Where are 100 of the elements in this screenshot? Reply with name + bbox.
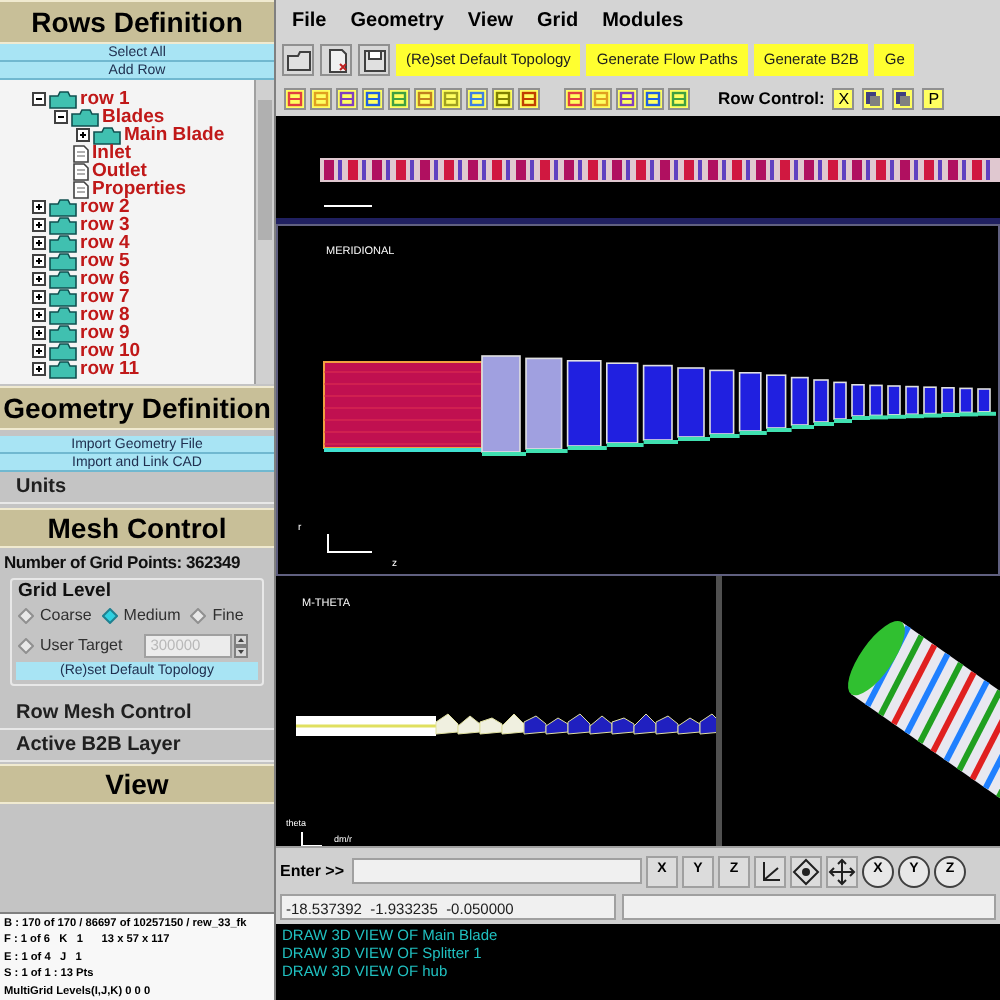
scrollbar[interactable] — [254, 80, 274, 384]
section-header[interactable]: View — [0, 764, 274, 804]
menu-item[interactable]: Modules — [602, 5, 684, 35]
folder-icon — [48, 215, 78, 235]
toolbar-button[interactable] — [362, 87, 384, 109]
save-icon — [361, 47, 387, 73]
file-icon — [70, 179, 90, 199]
expand-icon[interactable] — [32, 200, 46, 214]
expand-icon[interactable] — [32, 272, 46, 286]
toolbar-button[interactable] — [518, 87, 540, 109]
collapsed-section[interactable]: Units — [0, 472, 274, 504]
grid-tool-icon — [364, 89, 382, 107]
radio-icon[interactable] — [190, 607, 207, 623]
folder-icon — [48, 251, 78, 271]
radio-option[interactable]: Medium — [101, 602, 181, 628]
grid-tool-icon — [468, 89, 486, 107]
toolbar-button[interactable] — [358, 44, 390, 76]
grid-tool-icon — [338, 89, 356, 107]
tree-item[interactable]: Blades — [102, 108, 165, 126]
grid-tool-icon — [390, 89, 408, 107]
view-tool-button[interactable] — [826, 855, 859, 887]
row-control-button[interactable] — [862, 87, 885, 109]
menu-item[interactable]: Geometry — [350, 5, 444, 35]
section-header[interactable]: Mesh Control — [0, 508, 274, 548]
tree-item[interactable]: row 3 — [80, 216, 130, 234]
tree-item[interactable]: row 1 — [80, 90, 130, 108]
command-input[interactable] — [352, 858, 643, 884]
tree-item[interactable]: Outlet — [92, 162, 147, 180]
diamond-icon — [792, 857, 821, 885]
grid-tool-icon — [644, 89, 662, 107]
expand-icon[interactable] — [32, 326, 46, 340]
collapsed-section[interactable]: Active B2B Layer — [0, 730, 274, 762]
folder-icon — [285, 47, 311, 73]
folder-icon — [48, 341, 78, 361]
prompt-label: Enter >> — [280, 859, 345, 883]
grid-tool-icon — [592, 89, 610, 107]
folder-icon — [48, 233, 78, 253]
tree-item[interactable]: row 11 — [80, 360, 140, 378]
document-icon — [323, 47, 349, 73]
expand-icon[interactable] — [32, 362, 46, 376]
folder-icon — [48, 287, 78, 307]
folder-icon — [70, 107, 100, 127]
section-header[interactable]: Geometry Definition — [0, 386, 274, 430]
collapse-icon[interactable] — [32, 92, 46, 106]
toolbar-button[interactable] — [320, 44, 352, 76]
tree-item[interactable]: Main Blade — [124, 126, 225, 144]
tree-item[interactable]: row 9 — [80, 324, 130, 342]
grid-tool-icon — [494, 89, 512, 107]
collapse-icon[interactable] — [54, 110, 68, 124]
expand-icon[interactable] — [76, 128, 90, 142]
folder-icon — [48, 305, 78, 325]
expand-icon[interactable] — [32, 290, 46, 304]
folder-icon — [48, 197, 78, 217]
menu-item[interactable]: File — [292, 5, 327, 35]
grid-tool-icon — [442, 89, 460, 107]
folder-icon — [48, 269, 78, 289]
grid-tool-icon — [416, 89, 434, 107]
toolbar-button[interactable] — [336, 87, 358, 109]
file-icon — [70, 161, 90, 181]
toolbar-button[interactable] — [616, 87, 638, 109]
toolbar-button[interactable] — [642, 87, 664, 109]
radio-option[interactable]: Coarse — [18, 602, 92, 628]
menu-item[interactable]: Grid — [537, 5, 579, 35]
expand-icon[interactable] — [32, 218, 46, 232]
collapsed-section[interactable]: Row Mesh Control — [0, 698, 274, 730]
grid-tool-icon — [520, 89, 538, 107]
expand-icon[interactable] — [32, 344, 46, 358]
grid-tool-icon — [286, 89, 304, 107]
folder-icon — [48, 323, 78, 343]
tree-item[interactable]: row 8 — [80, 306, 130, 324]
expand-icon[interactable] — [32, 308, 46, 322]
tree-item[interactable]: Inlet — [92, 144, 132, 162]
view-tool-button[interactable] — [754, 855, 787, 887]
tree-item[interactable]: row 4 — [80, 234, 130, 252]
radio-icon[interactable] — [101, 607, 118, 623]
tree-item[interactable]: row 2 — [80, 198, 130, 216]
row-control-label: Row Control: — [718, 85, 825, 111]
row-control-button[interactable]: X — [832, 87, 855, 109]
tree-item[interactable]: row 5 — [80, 252, 130, 270]
tree-item[interactable]: row 6 — [80, 270, 130, 288]
radio-icon[interactable] — [18, 607, 34, 623]
toolbar-button[interactable] — [282, 44, 314, 76]
expand-icon[interactable] — [32, 254, 46, 268]
row-control-button[interactable] — [892, 87, 915, 109]
group-title: Grid Level — [16, 580, 113, 602]
expand-icon[interactable] — [32, 236, 46, 250]
section-header[interactable]: Rows Definition — [0, 0, 274, 44]
radio-option[interactable]: User Target — [18, 632, 123, 658]
spinner-icon[interactable] — [234, 633, 249, 657]
grid-tool-icon — [312, 89, 330, 107]
tree-item[interactable]: row 10 — [80, 342, 141, 360]
tree-item[interactable]: Properties — [92, 180, 186, 198]
file-icon — [70, 143, 90, 163]
grid-points-label: Number of Grid Points: 362349 — [2, 550, 243, 576]
menu-item[interactable]: View — [467, 5, 514, 35]
row-control-button[interactable]: P — [922, 87, 945, 109]
radio-icon[interactable] — [18, 637, 34, 653]
tree-item[interactable]: row 7 — [80, 288, 130, 306]
radio-option[interactable]: Fine — [190, 602, 244, 628]
view-tool-button[interactable] — [790, 855, 823, 887]
